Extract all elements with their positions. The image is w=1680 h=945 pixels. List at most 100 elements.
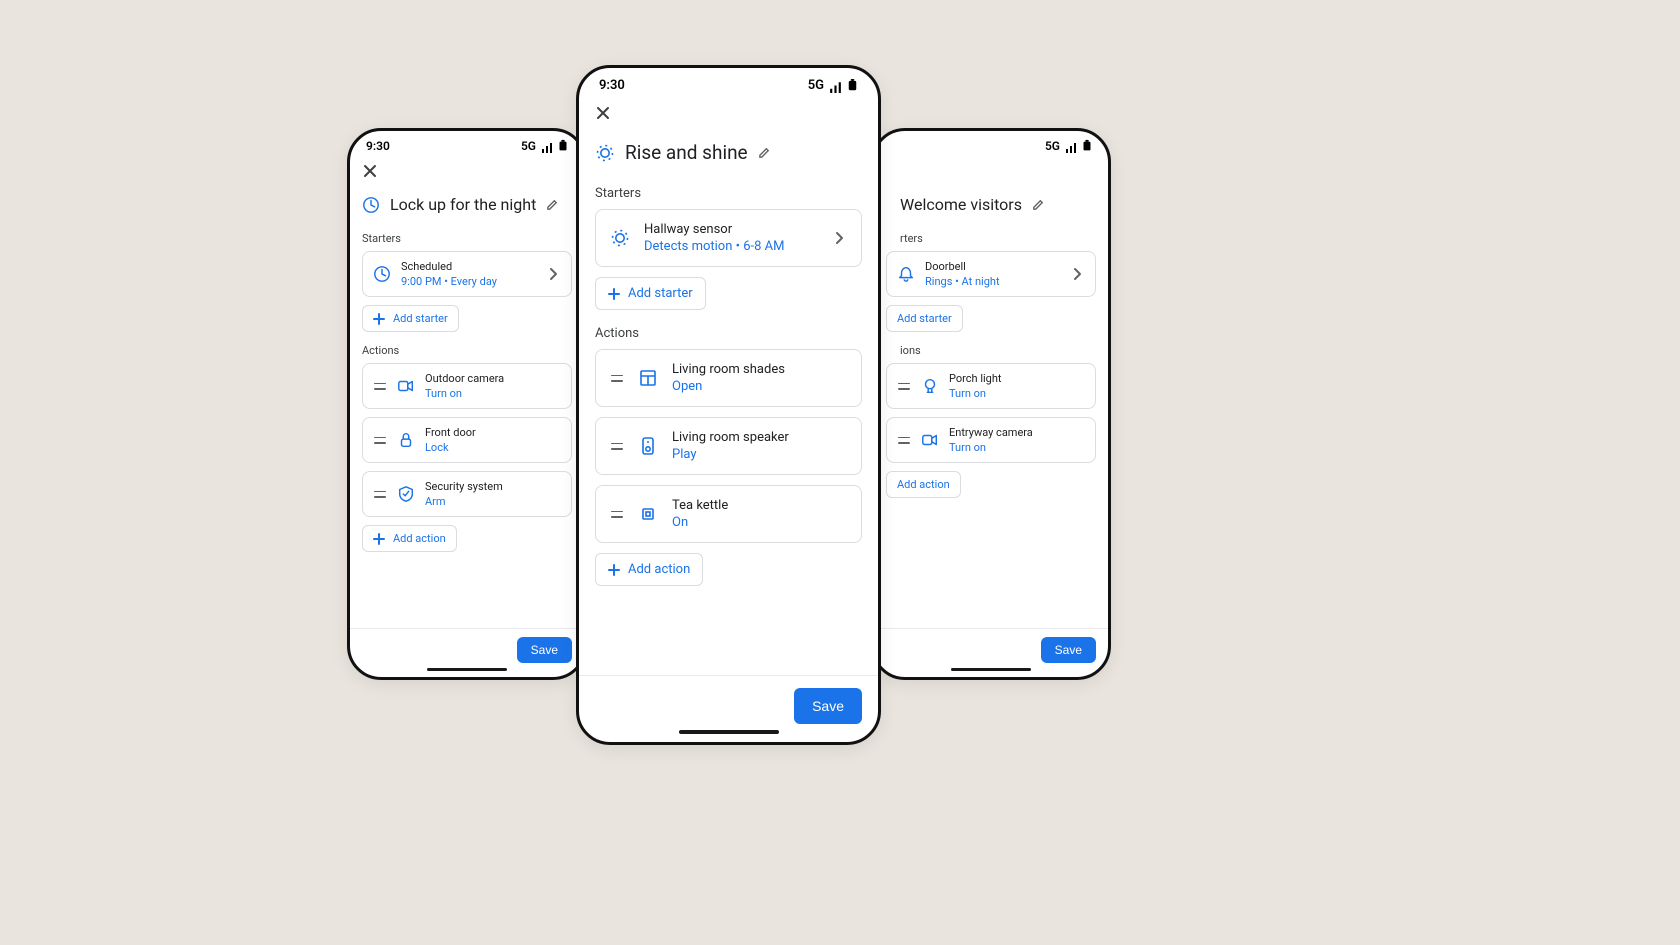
actions-label: Actions xyxy=(595,316,862,349)
add-starter-button[interactable]: Add starter xyxy=(595,277,706,310)
shield-icon xyxy=(397,485,415,503)
add-action-label: Add action xyxy=(393,532,446,545)
add-action-label: Add action xyxy=(897,478,950,491)
add-action-button[interactable]: Add action xyxy=(886,471,961,498)
home-indicator xyxy=(679,730,779,734)
action-name: Entryway camera xyxy=(949,426,1033,439)
add-action-button[interactable]: Add action xyxy=(595,553,703,586)
action-card[interactable]: Living room shades Open xyxy=(595,349,862,407)
battery-icon xyxy=(1082,139,1092,153)
starter-name: Scheduled xyxy=(401,260,497,273)
starter-card[interactable]: Scheduled 9:00 PM • Every day xyxy=(362,251,572,297)
save-button[interactable]: Save xyxy=(1041,637,1096,663)
starter-name: Doorbell xyxy=(925,260,1000,273)
camera-icon xyxy=(921,431,939,449)
add-starter-button[interactable]: Add starter xyxy=(362,305,459,332)
starters-label: rters xyxy=(900,226,1096,251)
actions-label: Actions xyxy=(362,338,572,363)
routine-title-row: Welcome visitors xyxy=(886,191,1096,226)
status-time: 9:30 xyxy=(599,78,625,93)
action-name: Porch light xyxy=(949,372,1002,385)
action-card[interactable]: Porch light Turn on xyxy=(886,363,1096,409)
add-starter-label: Add starter xyxy=(393,312,448,325)
drag-handle-icon[interactable] xyxy=(373,383,387,390)
status-bar: 9:30 5G xyxy=(874,131,1108,157)
gear-icon xyxy=(610,228,630,248)
battery-icon xyxy=(558,139,568,153)
plus-icon xyxy=(608,564,620,576)
add-starter-label: Add starter xyxy=(897,312,952,325)
add-action-button[interactable]: Add action xyxy=(362,525,457,552)
starters-label: Starters xyxy=(362,226,572,251)
drag-handle-icon[interactable] xyxy=(897,437,911,444)
action-name: Tea kettle xyxy=(672,498,728,513)
action-sub: Turn on xyxy=(949,387,1002,400)
battery-icon xyxy=(847,78,858,93)
plus-icon xyxy=(373,313,385,325)
close-icon[interactable] xyxy=(595,105,611,121)
routine-title-row: Lock up for the night xyxy=(362,191,572,226)
drag-handle-icon[interactable] xyxy=(373,437,387,444)
clock-icon xyxy=(373,265,391,283)
starter-card[interactable]: Hallway sensor Detects motion • 6-8 AM xyxy=(595,209,862,267)
plus-icon xyxy=(608,288,620,300)
chevron-right-icon xyxy=(1069,266,1085,282)
speaker-icon xyxy=(638,436,658,456)
action-sub: On xyxy=(672,515,728,530)
action-name: Front door xyxy=(425,426,476,439)
drag-handle-icon[interactable] xyxy=(610,375,624,382)
action-name: Living room shades xyxy=(672,362,785,377)
lock-icon xyxy=(397,431,415,449)
signal-icon xyxy=(828,78,843,93)
starter-sub: Detects motion • 6-8 AM xyxy=(644,239,784,254)
action-sub: Arm xyxy=(425,495,503,508)
home-indicator xyxy=(427,668,507,671)
action-name: Security system xyxy=(425,480,503,493)
plus-icon xyxy=(373,533,385,545)
action-card[interactable]: Security system Arm xyxy=(362,471,572,517)
starter-name: Hallway sensor xyxy=(644,222,784,237)
starter-card[interactable]: Doorbell Rings • At night xyxy=(886,251,1096,297)
phone-welcome-visitors: 9:30 5G Welcome visitors rters Doorbell … xyxy=(871,128,1111,680)
bulb-icon xyxy=(921,377,939,395)
phone-lock-up: 9:30 5G Lock up for the night Starters S… xyxy=(347,128,587,680)
action-sub: Turn on xyxy=(949,441,1033,454)
phone-rise-and-shine: 9:30 5G Rise and shine Starters Hallway … xyxy=(576,65,881,745)
add-action-label: Add action xyxy=(628,562,690,577)
action-sub: Lock xyxy=(425,441,476,454)
add-starter-label: Add starter xyxy=(628,286,693,301)
action-sub: Play xyxy=(672,447,789,462)
routine-title: Rise and shine xyxy=(625,141,748,164)
action-card[interactable]: Entryway camera Turn on xyxy=(886,417,1096,463)
edit-icon[interactable] xyxy=(546,198,559,211)
drag-handle-icon[interactable] xyxy=(373,491,387,498)
signal-icon xyxy=(1064,139,1078,153)
drag-handle-icon[interactable] xyxy=(610,443,624,450)
action-card[interactable]: Living room speaker Play xyxy=(595,417,862,475)
status-bar: 9:30 5G xyxy=(579,68,878,97)
action-card[interactable]: Front door Lock xyxy=(362,417,572,463)
signal-icon xyxy=(540,139,554,153)
action-card[interactable]: Tea kettle On xyxy=(595,485,862,543)
drag-handle-icon[interactable] xyxy=(897,383,911,390)
status-network: 5G xyxy=(521,139,536,153)
edit-icon[interactable] xyxy=(758,146,771,159)
starters-label: Starters xyxy=(595,176,862,209)
routine-title: Lock up for the night xyxy=(390,195,536,214)
action-sub: Open xyxy=(672,379,785,394)
action-card[interactable]: Outdoor camera Turn on xyxy=(362,363,572,409)
routine-title: Welcome visitors xyxy=(900,195,1022,214)
add-starter-button[interactable]: Add starter xyxy=(886,305,963,332)
chevron-right-icon xyxy=(545,266,561,282)
shades-icon xyxy=(638,368,658,388)
action-name: Outdoor camera xyxy=(425,372,504,385)
edit-icon[interactable] xyxy=(1032,198,1045,211)
actions-label: ions xyxy=(900,338,1096,363)
starter-sub: Rings • At night xyxy=(925,275,1000,288)
gear-icon xyxy=(595,143,615,163)
save-button[interactable]: Save xyxy=(794,688,862,724)
status-network: 5G xyxy=(1045,139,1060,153)
drag-handle-icon[interactable] xyxy=(610,511,624,518)
close-icon[interactable] xyxy=(362,163,378,179)
save-button[interactable]: Save xyxy=(517,637,572,663)
